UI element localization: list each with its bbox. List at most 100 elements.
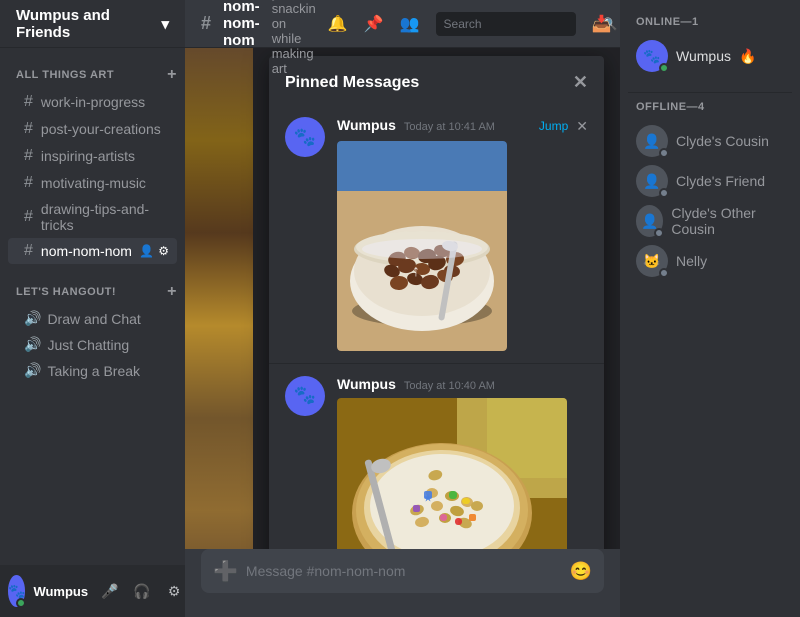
channel-list: ALL THINGS ART + # work-in-progress # po… bbox=[0, 48, 185, 565]
add-voice-icon[interactable]: + bbox=[167, 283, 177, 301]
pinned-message-2: 🐾 Wumpus Today at 10:40 AM bbox=[269, 364, 604, 550]
channel-header: # nom-nom-nom foods you're snackin on wh… bbox=[185, 0, 620, 48]
pinned-time-2: Today at 10:40 AM bbox=[404, 380, 495, 392]
hash-icon: # bbox=[24, 242, 33, 260]
pinned-header: Pinned Messages ✕ bbox=[269, 56, 604, 105]
channel-nom-nom-nom[interactable]: # nom-nom-nom 👤 ⚙ bbox=[8, 238, 177, 264]
sidebar: Wumpus and Friends ▾ ALL THINGS ART + # … bbox=[0, 0, 185, 617]
pinned-msg-header-1: Wumpus Today at 10:41 AM Jump ✕ bbox=[337, 117, 588, 135]
inbox-icon[interactable]: 📥 bbox=[592, 14, 612, 34]
member-name-clydes-cousin: Clyde's Cousin bbox=[676, 133, 769, 149]
add-file-button[interactable]: ➕ bbox=[213, 559, 238, 584]
voice-icon: 🔊 bbox=[24, 336, 41, 353]
pinned-panel: Pinned Messages ✕ 🐾 Wumpus Today bbox=[269, 56, 604, 549]
member-status-offline-4 bbox=[659, 268, 669, 278]
channel-header-name: nom-nom-nom bbox=[223, 0, 260, 49]
pinned-avatar-1: 🐾 bbox=[285, 117, 325, 157]
pinned-message-1: 🐾 Wumpus Today at 10:41 AM Jump ✕ bbox=[269, 105, 604, 364]
user-settings-icon[interactable]: 👤 bbox=[139, 244, 154, 258]
server-name: Wumpus and Friends bbox=[16, 7, 161, 41]
server-header[interactable]: Wumpus and Friends ▾ bbox=[0, 0, 185, 48]
member-name-clydes-friend: Clyde's Friend bbox=[676, 173, 765, 189]
server-chevron: ▾ bbox=[161, 15, 169, 33]
voice-break-label: Taking a Break bbox=[47, 363, 140, 379]
main-content: # nom-nom-nom foods you're snackin on wh… bbox=[185, 0, 620, 617]
channel-inspiring-artists[interactable]: # inspiring-artists bbox=[8, 143, 177, 169]
voice-just-chatting[interactable]: 🔊 Just Chatting bbox=[8, 332, 177, 357]
member-clydes-other-cousin[interactable]: 👤 Clyde's Other Cousin bbox=[628, 201, 792, 241]
section-hangout[interactable]: LET'S HANGOUT! + bbox=[0, 265, 185, 305]
pinned-overlay: Pinned Messages ✕ 🐾 Wumpus Today bbox=[253, 48, 620, 549]
channel-work-in-progress[interactable]: # work-in-progress bbox=[8, 89, 177, 115]
channel-post-your-creations[interactable]: # post-your-creations bbox=[8, 116, 177, 142]
hash-icon: # bbox=[24, 93, 33, 111]
gear-icon[interactable]: ⚙ bbox=[158, 244, 169, 258]
deafen-button[interactable]: 🎧 bbox=[128, 577, 156, 605]
pinned-close-button[interactable]: ✕ bbox=[573, 72, 588, 93]
section-art-label: ALL THINGS ART bbox=[16, 69, 114, 81]
search-bar[interactable]: 🔍 bbox=[436, 12, 576, 36]
member-avatar-wumpus: 🐾 bbox=[636, 40, 668, 72]
offline-members-label: OFFLINE—4 bbox=[628, 101, 792, 113]
members-icon[interactable]: 👥 bbox=[400, 14, 420, 34]
mute-button[interactable]: 🎤 bbox=[96, 577, 124, 605]
svg-text:↑: ↑ bbox=[412, 263, 420, 280]
pinned-title: Pinned Messages bbox=[285, 74, 419, 92]
user-info: Wumpus bbox=[33, 584, 88, 599]
member-name-clydes-other-cousin: Clyde's Other Cousin bbox=[671, 205, 784, 237]
online-members-section: ONLINE—1 🐾 Wumpus 🔥 bbox=[628, 16, 792, 76]
pinned-msg-body-1: Wumpus Today at 10:41 AM Jump ✕ bbox=[337, 117, 588, 351]
member-avatar-nelly: 🐱 bbox=[636, 245, 668, 277]
user-area: 🐾 Wumpus 🎤 🎧 ⚙ bbox=[0, 565, 185, 617]
bg-image-column bbox=[185, 48, 253, 549]
member-nelly[interactable]: 🐱 Nelly bbox=[628, 241, 792, 281]
offline-members-section: OFFLINE—4 👤 Clyde's Cousin 👤 Clyde's Fri… bbox=[628, 101, 792, 281]
avatar: 🐾 bbox=[8, 575, 25, 607]
voice-taking-break[interactable]: 🔊 Taking a Break bbox=[8, 358, 177, 383]
channel-hash-icon: # bbox=[201, 13, 211, 34]
members-divider bbox=[628, 92, 792, 93]
member-status-offline-2 bbox=[659, 188, 669, 198]
pinned-author-1: Wumpus bbox=[337, 117, 396, 133]
member-avatar-clydes-other-cousin: 👤 bbox=[636, 205, 663, 237]
status-dot-online bbox=[16, 598, 26, 608]
chat-area: 🐾 Wumpu Today at bbox=[185, 48, 620, 549]
online-members-label: ONLINE—1 bbox=[628, 16, 792, 28]
member-wumpus[interactable]: 🐾 Wumpus 🔥 bbox=[628, 36, 792, 76]
hash-icon: # bbox=[24, 208, 33, 226]
hash-icon: # bbox=[24, 147, 33, 165]
bookmark-icon[interactable]: 📌 bbox=[364, 14, 384, 34]
member-clydes-friend[interactable]: 👤 Clyde's Friend bbox=[628, 161, 792, 201]
member-status-offline-1 bbox=[659, 148, 669, 158]
pinned-avatar-2: 🐾 bbox=[285, 376, 325, 416]
right-sidebar: ONLINE—1 🐾 Wumpus 🔥 OFFLINE—4 👤 Clyde's … bbox=[620, 0, 800, 617]
member-avatar-clydes-friend: 👤 bbox=[636, 165, 668, 197]
section-hangout-label: LET'S HANGOUT! bbox=[16, 286, 116, 298]
member-status-offline-3 bbox=[654, 228, 664, 238]
pinned-image-1: ↑ bbox=[337, 141, 507, 351]
pinned-jump-1[interactable]: Jump bbox=[539, 119, 568, 133]
pinned-msg-body-2: Wumpus Today at 10:40 AM bbox=[337, 376, 588, 550]
add-channel-icon[interactable]: + bbox=[167, 66, 177, 84]
search-input[interactable] bbox=[444, 17, 599, 31]
settings-button[interactable]: ⚙ bbox=[160, 577, 185, 605]
voice-icon: 🔊 bbox=[24, 362, 41, 379]
voice-chatting-label: Just Chatting bbox=[47, 337, 129, 353]
emoji-button[interactable]: 😊 bbox=[570, 561, 592, 582]
pinned-time-1: Today at 10:41 AM bbox=[404, 121, 495, 133]
member-emoji-wumpus: 🔥 bbox=[739, 48, 756, 65]
pinned-image-2 bbox=[337, 398, 567, 550]
pinned-author-2: Wumpus bbox=[337, 376, 396, 392]
channel-active-icons: 👤 ⚙ bbox=[139, 244, 169, 258]
section-art[interactable]: ALL THINGS ART + bbox=[0, 48, 185, 88]
bell-icon[interactable]: 🔔 bbox=[328, 14, 348, 34]
member-clydes-cousin[interactable]: 👤 Clyde's Cousin bbox=[628, 121, 792, 161]
message-input-area: ➕ 😊 bbox=[185, 549, 620, 617]
voice-draw-and-chat[interactable]: 🔊 Draw and Chat bbox=[8, 306, 177, 331]
hash-icon: # bbox=[24, 120, 33, 138]
channel-drawing-tips[interactable]: # drawing-tips-and-tricks bbox=[8, 197, 177, 237]
channel-motivating-music[interactable]: # motivating-music bbox=[8, 170, 177, 196]
pinned-dismiss-1[interactable]: ✕ bbox=[576, 118, 588, 135]
message-input[interactable] bbox=[246, 563, 562, 579]
user-controls: 🎤 🎧 ⚙ bbox=[96, 577, 185, 605]
